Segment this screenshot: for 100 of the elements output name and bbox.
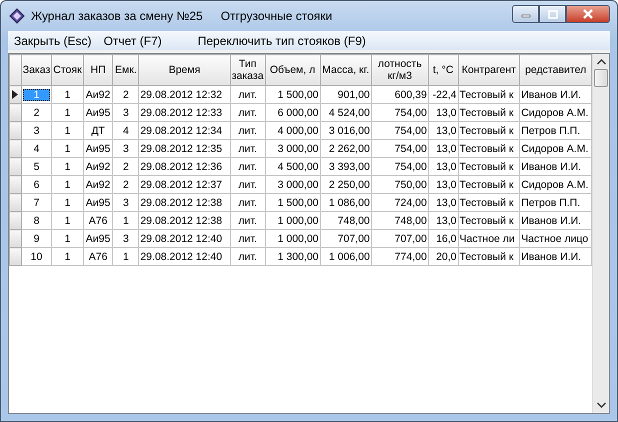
table-cell: 2 250,00 xyxy=(320,176,372,194)
menu-item[interactable]: Закрыть (Esc) xyxy=(8,34,98,48)
table-cell: Аи92 xyxy=(83,158,113,176)
table-cell: 3 000,00 xyxy=(265,140,320,158)
table-cell: 13,0 xyxy=(428,140,458,158)
column-header[interactable]: Емк. xyxy=(112,54,139,86)
table-cell: 29.08.2012 12:38 xyxy=(138,194,230,212)
table-cell: 4 524,00 xyxy=(320,104,372,122)
table-cell: лит. xyxy=(230,140,266,158)
table-cell: 16,0 xyxy=(428,230,458,248)
table-cell: 2 xyxy=(21,104,52,122)
table-cell: Аи95 xyxy=(83,230,113,248)
minimize-button[interactable] xyxy=(512,5,539,23)
table-cell: 2 xyxy=(112,176,139,194)
table-cell: 748,00 xyxy=(371,212,428,230)
table-cell: 724,00 xyxy=(371,194,428,212)
table-cell: 5 xyxy=(21,158,52,176)
table-cell: 1 000,00 xyxy=(265,212,320,230)
table-cell: Аи95 xyxy=(83,194,113,212)
window-title: Журнал заказов за смену №25 xyxy=(31,9,203,23)
table-cell: 3 xyxy=(112,104,139,122)
table-cell: 20,0 xyxy=(428,248,458,266)
column-header[interactable]: лотность кг/м3 xyxy=(371,54,428,86)
table-cell: 29.08.2012 12:35 xyxy=(138,140,230,158)
row-selector[interactable] xyxy=(10,86,22,104)
menu-item[interactable]: Переключить тип стояков (F9) xyxy=(192,34,372,48)
table-cell: 13,0 xyxy=(428,122,458,140)
table-cell: 748,00 xyxy=(320,212,372,230)
table-cell: 754,00 xyxy=(371,104,428,122)
corner-header xyxy=(10,54,22,86)
table-cell: Тестовый к xyxy=(458,86,520,104)
table-cell: Тестовый к xyxy=(458,212,520,230)
column-header[interactable]: НП xyxy=(83,54,113,86)
table-cell: 29.08.2012 12:40 xyxy=(138,230,230,248)
table-cell: 13,0 xyxy=(428,212,458,230)
table-cell: 29.08.2012 12:37 xyxy=(138,176,230,194)
table-cell: 1 xyxy=(52,122,84,140)
table-cell: Иванов И.И. xyxy=(520,86,592,104)
table-cell: 3 393,00 xyxy=(320,158,372,176)
vertical-scrollbar[interactable] xyxy=(592,54,609,413)
table-cell: лит. xyxy=(230,248,266,266)
table-cell: 1 086,00 xyxy=(320,194,372,212)
scroll-thumb[interactable] xyxy=(594,69,608,87)
table-cell: А76 xyxy=(83,212,113,230)
table-cell: Тестовый к xyxy=(458,248,520,266)
table-cell: Тестовый к xyxy=(458,194,520,212)
table-cell: лит. xyxy=(230,230,266,248)
table-cell: Частное ли xyxy=(458,230,520,248)
table-cell: 4 000,00 xyxy=(265,122,320,140)
table-cell: 1 xyxy=(52,158,84,176)
table-cell: Тестовый к xyxy=(458,140,520,158)
table-cell: лит. xyxy=(230,86,266,104)
column-header[interactable]: Объем, л xyxy=(265,54,320,86)
column-header[interactable]: t, °C xyxy=(428,54,458,86)
table-cell: 1 300,00 xyxy=(265,248,320,266)
table-cell: Аи92 xyxy=(83,86,113,104)
table-cell: ДТ xyxy=(83,122,113,140)
column-header[interactable]: Время xyxy=(138,54,230,86)
table-cell: 3 000,00 xyxy=(265,176,320,194)
table-cell: 1 xyxy=(52,176,84,194)
close-button[interactable] xyxy=(566,5,610,23)
table-cell: 600,39 xyxy=(371,86,428,104)
table-cell: 29.08.2012 12:36 xyxy=(138,158,230,176)
table-cell: 29.08.2012 12:33 xyxy=(138,104,230,122)
table-cell: Аи95 xyxy=(83,104,113,122)
table-cell: 1 xyxy=(52,104,84,122)
diamond-icon xyxy=(9,8,25,24)
table-cell: 3 xyxy=(112,194,139,212)
table-cell: 29.08.2012 12:34 xyxy=(138,122,230,140)
column-header[interactable]: Заказ xyxy=(21,54,52,86)
table-cell: 8 xyxy=(21,212,52,230)
table-cell: 2 262,00 xyxy=(320,140,372,158)
table-cell: А76 xyxy=(83,248,113,266)
table-cell: 750,00 xyxy=(371,176,428,194)
column-header[interactable]: Масса, кг. xyxy=(320,54,372,86)
table-cell: Иванов И.И. xyxy=(520,158,592,176)
table-cell: 3 016,00 xyxy=(320,122,372,140)
table-cell: Иванов И.И. xyxy=(520,212,592,230)
table-cell: 1 xyxy=(112,212,139,230)
table-cell: 4 500,00 xyxy=(265,158,320,176)
table-cell: Петров П.П. xyxy=(520,194,592,212)
column-header[interactable]: редставител xyxy=(520,54,592,86)
table-cell: 2 xyxy=(112,86,139,104)
table-cell: 1 xyxy=(52,140,84,158)
column-header[interactable]: Контрагент xyxy=(458,54,520,86)
menu-item[interactable]: Отчет (F7) xyxy=(98,34,168,48)
table-cell: Иванов И.И. xyxy=(520,248,592,266)
column-header[interactable]: Тип заказа xyxy=(230,54,266,86)
table-cell: Аи92 xyxy=(83,176,113,194)
column-header[interactable]: Стояк xyxy=(52,54,84,86)
table-cell: Сидоров А.М. xyxy=(520,140,592,158)
table-cell: Петров П.П. xyxy=(520,122,592,140)
table-cell: 1 xyxy=(52,248,84,266)
table-cell: 754,00 xyxy=(371,140,428,158)
table-cell: 6 000,00 xyxy=(265,104,320,122)
maximize-button[interactable] xyxy=(539,5,566,23)
table-cell: лит. xyxy=(230,122,266,140)
table-cell: 29.08.2012 12:38 xyxy=(138,212,230,230)
table-cell: -22,4 xyxy=(428,86,458,104)
table-cell: Частное лицо xyxy=(520,230,592,248)
